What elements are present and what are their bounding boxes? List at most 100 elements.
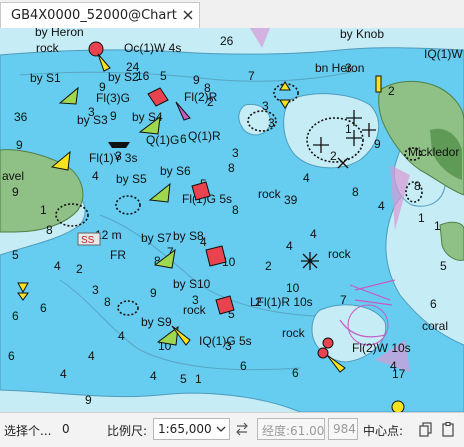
label-gravel: avel bbox=[2, 169, 24, 183]
depth-sounding: 4 bbox=[310, 227, 317, 241]
label-rock-low: rock bbox=[183, 303, 207, 317]
label-by-s5: by S5 bbox=[116, 172, 147, 186]
longitude-field[interactable]: 经度:61.00 bbox=[257, 418, 325, 440]
label-fr: FR bbox=[110, 248, 126, 262]
depth-sounding: 6 bbox=[8, 349, 15, 363]
selection-count: 0 bbox=[62, 422, 70, 436]
close-icon[interactable] bbox=[181, 8, 195, 22]
signal-station-label: SS bbox=[81, 235, 95, 246]
depth-sounding: 6 bbox=[12, 309, 19, 323]
depth-sounding: 4 bbox=[286, 239, 293, 253]
depth-sounding: 4 bbox=[88, 349, 95, 363]
depth-sounding: 4 bbox=[378, 199, 385, 213]
latitude-value: 984 bbox=[333, 422, 356, 436]
latitude-field[interactable]: 984 bbox=[328, 418, 358, 440]
depth-sounding: 36 bbox=[14, 110, 28, 124]
depth-sounding: 4 bbox=[303, 171, 310, 185]
depth-sounding: 9 bbox=[85, 393, 92, 407]
depth-sounding: 1 bbox=[345, 122, 352, 136]
nautical-chart-map[interactable]: 26 24 16 5 9 8 2 7 3 3 9 36 1 6 8 3 39 4… bbox=[0, 28, 464, 412]
label-by-s1: by S1 bbox=[30, 71, 61, 85]
depth-sounding: 6 bbox=[240, 359, 247, 373]
label-by-s6: by S6 bbox=[160, 164, 191, 178]
label-oc-light: Oc(1)W 4s bbox=[124, 41, 181, 55]
label-by-s3: by S3 bbox=[77, 113, 108, 127]
depth-sounding: 4 bbox=[150, 369, 157, 383]
label-fl2w: Fl(2)W 10s bbox=[352, 341, 411, 355]
label-rock-top: rock bbox=[36, 41, 60, 55]
depth-sounding: 1 bbox=[434, 219, 441, 233]
label-fl3g: Fl(3)G bbox=[96, 91, 130, 105]
label-rock-mid: rock bbox=[258, 187, 282, 201]
label-rock-bottom: rock bbox=[282, 326, 306, 340]
depth-sounding: 26 bbox=[220, 34, 234, 48]
depth-sounding: 6 bbox=[292, 366, 299, 380]
depth-sounding: 6 bbox=[40, 301, 47, 315]
tab-bar: GB4X0000_52000@Chart bbox=[0, 0, 464, 29]
depth-sounding: 5 bbox=[440, 259, 447, 273]
label-rock-right: rock bbox=[328, 247, 352, 261]
label-by-s2: by S2 bbox=[108, 70, 139, 84]
depth-sounding: 17 bbox=[392, 367, 406, 381]
depth-sounding: 7 bbox=[248, 69, 255, 83]
depth-sounding: 6 bbox=[430, 297, 437, 311]
depth-sounding: 3 bbox=[92, 283, 99, 297]
copy-icon[interactable] bbox=[418, 421, 434, 437]
depth-sounding: 9 bbox=[16, 138, 23, 152]
label-q1g: Q(1)G bbox=[146, 133, 179, 147]
label-heron-top: by Heron bbox=[35, 28, 84, 39]
label-fl2r: Fl(2)R bbox=[184, 90, 218, 104]
depth-sounding: 3 bbox=[232, 146, 239, 160]
depth-sounding: 4 bbox=[54, 259, 61, 273]
selection-label: 选择个... bbox=[4, 424, 52, 438]
tab-title: GB4X0000_52000@Chart bbox=[11, 8, 177, 23]
label-mickledor: Mickledor bbox=[408, 145, 459, 159]
depth-sounding: 1 bbox=[195, 372, 202, 386]
depth-sounding: 3 bbox=[262, 99, 269, 113]
longitude-value: 经度:61.00 bbox=[262, 424, 325, 438]
depth-sounding: 1 bbox=[418, 211, 425, 225]
scale-dropdown[interactable]: 1:65,000 bbox=[153, 418, 230, 440]
label-by-s7: by S7 bbox=[141, 231, 172, 245]
depth-sounding: 8 bbox=[46, 223, 53, 237]
chart-tab[interactable]: GB4X0000_52000@Chart bbox=[0, 2, 200, 28]
label-iq1g: IQ(1)G 5s bbox=[199, 334, 252, 348]
depth-sounding: 5 bbox=[12, 248, 19, 262]
label-q1r: Q(1)R bbox=[188, 129, 221, 143]
light-red-bottom bbox=[322, 337, 334, 349]
depth-sounding: 7 bbox=[340, 293, 347, 307]
depth-sounding: 9 bbox=[150, 286, 157, 300]
beacon-yellow bbox=[375, 75, 382, 93]
paste-icon[interactable] bbox=[440, 421, 456, 437]
label-fl1y: Fl(1)Y 3s bbox=[89, 151, 137, 165]
status-bar: 选择个... 0 比例尺: 1:65,000 经度:61.00 984 中心点: bbox=[0, 412, 464, 447]
depth-sounding: 8 bbox=[232, 203, 239, 217]
depth-sounding: 9 bbox=[110, 109, 117, 123]
depth-sounding: 5 bbox=[160, 69, 167, 83]
depth-sounding: 9 bbox=[12, 185, 19, 199]
depth-sounding: 1 bbox=[40, 203, 47, 217]
depth-sounding: 2 bbox=[388, 84, 395, 98]
chevron-down-icon bbox=[216, 426, 226, 432]
depth-sounding: 2 bbox=[76, 262, 83, 276]
depth-sounding: 2 bbox=[330, 149, 337, 163]
label-bn-heron: bn Heron bbox=[315, 61, 364, 75]
depth-sounding: 4 bbox=[60, 367, 67, 381]
swap-icon[interactable] bbox=[234, 421, 250, 437]
depth-sounding: 5 bbox=[180, 372, 187, 386]
depth-sounding: 9 bbox=[193, 73, 200, 87]
center-label: 中心点: bbox=[363, 424, 404, 438]
depth-sounding: 8 bbox=[414, 179, 421, 193]
label-by-s10: by S10 bbox=[173, 277, 211, 291]
light-buoy-red bbox=[88, 41, 104, 57]
depth-sounding: 4 bbox=[118, 329, 125, 343]
depth-sounding: 8 bbox=[352, 185, 359, 199]
label-by-s9: by S9 bbox=[141, 315, 172, 329]
depth-sounding: 9 bbox=[374, 137, 381, 151]
scale-value: 1:65,000 bbox=[158, 422, 212, 436]
label-iq-w: IQ(1)W bbox=[424, 47, 463, 61]
buoy-red bbox=[205, 245, 227, 267]
depth-sounding: 8 bbox=[104, 295, 111, 309]
depth-sounding: 2 bbox=[265, 259, 272, 273]
mooring-buoy bbox=[391, 400, 405, 412]
